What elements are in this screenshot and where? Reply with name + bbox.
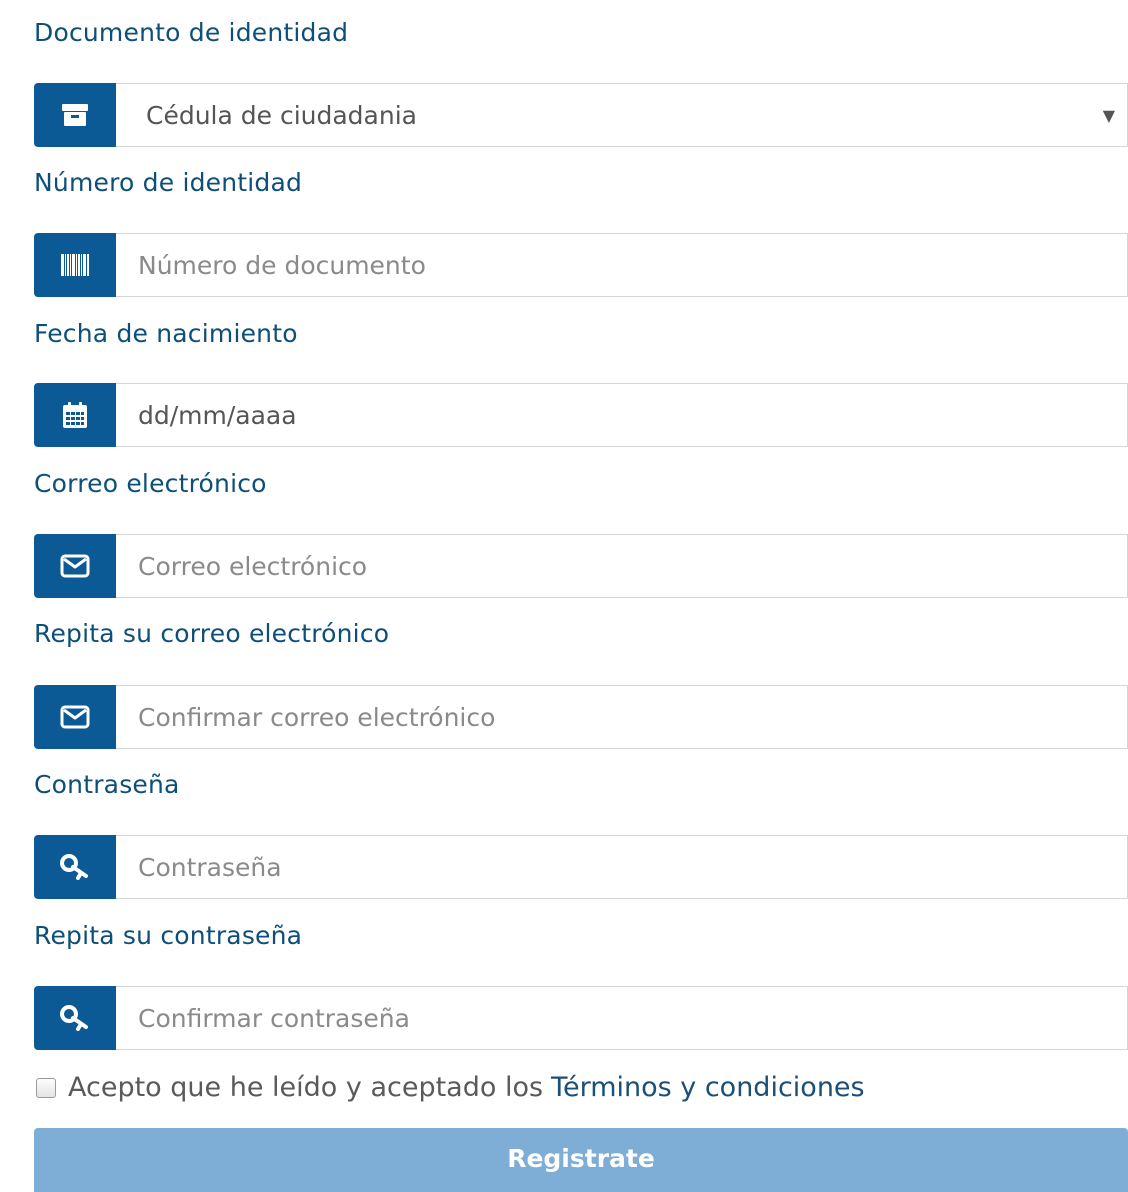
email-label: Correo electrónico [34, 469, 267, 498]
password-confirm-group: Confirmar contraseña [34, 986, 1128, 1050]
password-confirm-input[interactable]: Confirmar contraseña [116, 986, 1128, 1050]
calendar-icon [34, 383, 116, 447]
email-confirm-input[interactable]: Confirmar correo electrónico [116, 685, 1128, 749]
key-icon [34, 986, 116, 1050]
key-icon [34, 835, 116, 899]
id-number-input[interactable]: Número de documento [116, 233, 1128, 297]
terms-link[interactable]: Términos y condiciones [551, 1072, 865, 1103]
birth-date-input[interactable]: dd/mm/aaaa [116, 383, 1128, 447]
envelope-icon [34, 685, 116, 749]
password-input[interactable]: Contraseña [116, 835, 1128, 899]
terms-row: Acepto que he leído y aceptado los Térmi… [36, 1072, 865, 1103]
password-confirm-label: Repita su contraseña [34, 921, 303, 950]
password-confirm-placeholder: Confirmar contraseña [138, 1003, 410, 1033]
email-confirm-group: Confirmar correo electrónico [34, 685, 1128, 749]
password-group: Contraseña [34, 835, 1128, 899]
barcode-icon [34, 233, 116, 297]
id-type-select[interactable]: Cédula de ciudadania ▼ [116, 83, 1128, 147]
archive-icon [34, 83, 116, 147]
envelope-icon [34, 534, 116, 598]
terms-checkbox[interactable] [36, 1077, 56, 1098]
email-confirm-label: Repita su correo electrónico [34, 619, 390, 648]
terms-text: Acepto que he leído y aceptado los [68, 1072, 544, 1103]
password-placeholder: Contraseña [138, 852, 282, 882]
id-type-value: Cédula de ciudadania [146, 100, 417, 130]
id-type-group: Cédula de ciudadania ▼ [34, 83, 1128, 147]
id-number-group: Número de documento [34, 233, 1128, 297]
id-number-placeholder: Número de documento [138, 250, 426, 280]
password-label: Contraseña [34, 770, 180, 799]
register-button[interactable]: Registrate [34, 1128, 1128, 1192]
register-button-label: Registrate [507, 1144, 655, 1173]
id-number-label: Número de identidad [34, 168, 303, 197]
email-confirm-placeholder: Confirmar correo electrónico [138, 702, 496, 732]
birth-date-value: dd/mm/aaaa [138, 400, 297, 430]
email-input[interactable]: Correo electrónico [116, 534, 1128, 598]
birth-date-label: Fecha de nacimiento [34, 319, 298, 348]
caret-down-icon: ▼ [1102, 105, 1115, 125]
id-type-label: Documento de identidad [34, 18, 349, 47]
email-group: Correo electrónico [34, 534, 1128, 598]
email-placeholder: Correo electrónico [138, 551, 368, 581]
birth-date-group: dd/mm/aaaa [34, 383, 1128, 447]
